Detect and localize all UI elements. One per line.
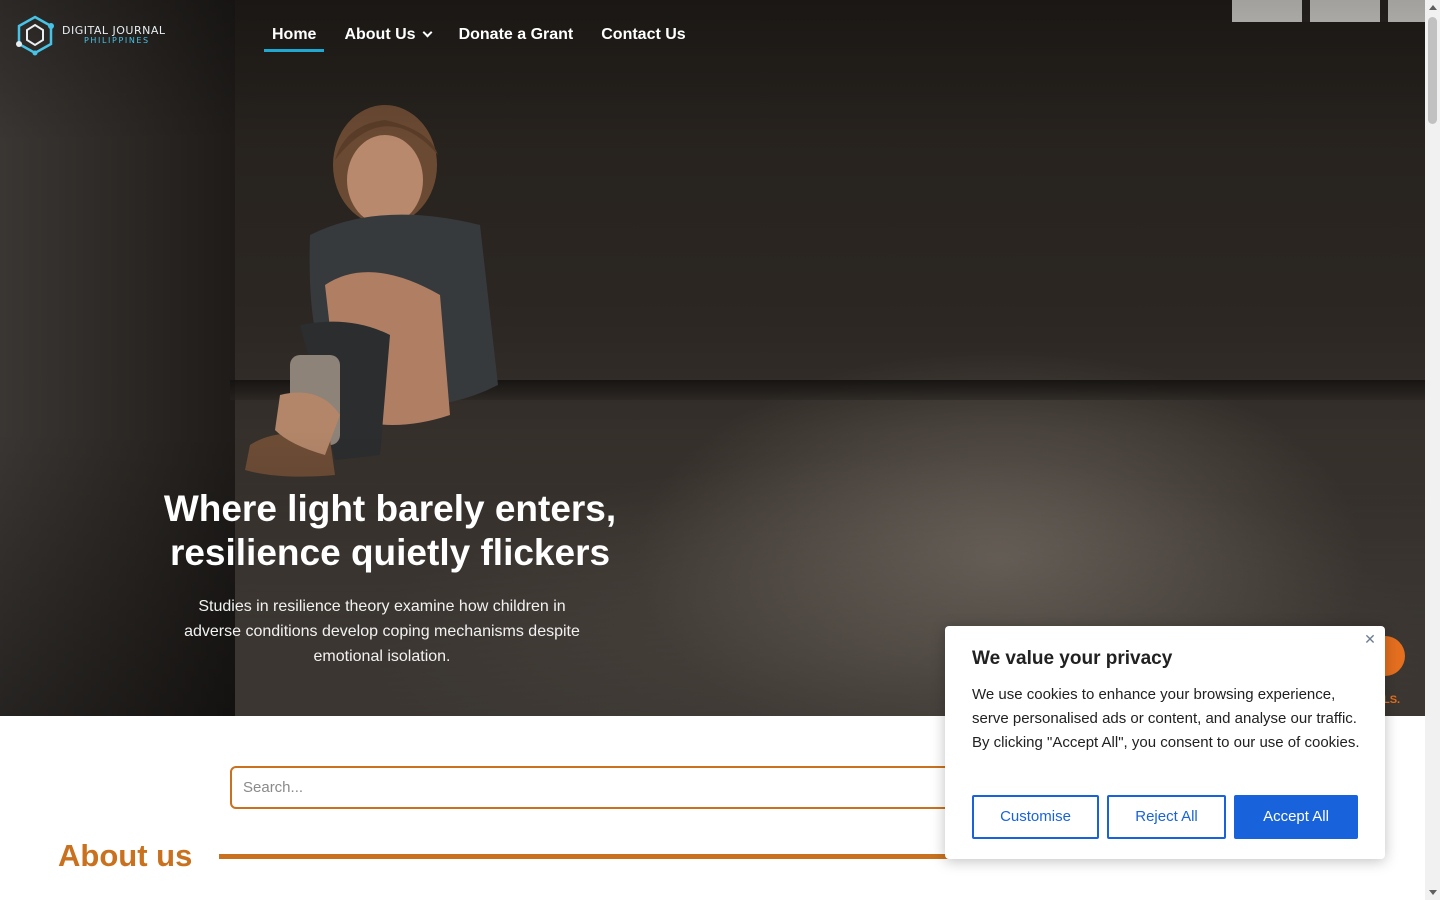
accept-all-button[interactable]: Accept All bbox=[1234, 795, 1358, 839]
chevron-down-icon bbox=[422, 27, 433, 38]
about-divider bbox=[219, 854, 959, 859]
nav-donate-label: Donate a Grant bbox=[458, 26, 574, 43]
site-logo[interactable]: DIGITAL JOURNAL PHILIPPINES bbox=[14, 14, 165, 56]
nav-home-label: Home bbox=[272, 26, 317, 43]
hero-subtitle: Studies in resilience theory examine how… bbox=[184, 598, 580, 665]
nav-home[interactable]: Home bbox=[264, 25, 325, 52]
reject-all-button[interactable]: Reject All bbox=[1107, 795, 1226, 839]
logo-text: DIGITAL JOURNAL PHILIPPINES bbox=[62, 25, 165, 45]
main-nav: Home About Us Donate a Grant Contact Us bbox=[264, 25, 706, 52]
scrollbar-thumb[interactable] bbox=[1428, 17, 1437, 124]
about-us-heading: About us bbox=[58, 838, 193, 873]
scroll-up-arrow-icon[interactable] bbox=[1429, 5, 1437, 10]
hero-title: Where light barely enters, resilience qu… bbox=[163, 488, 617, 573]
floating-action-label: LS. bbox=[1383, 694, 1401, 706]
nav-about-us-label: About Us bbox=[344, 26, 416, 43]
nav-donate-grant[interactable]: Donate a Grant bbox=[451, 25, 582, 51]
nav-about-us[interactable]: About Us bbox=[336, 25, 438, 51]
search-input[interactable] bbox=[230, 766, 970, 809]
logo-name: DIGITAL JOURNAL bbox=[62, 24, 166, 37]
close-icon[interactable]: ✕ bbox=[1363, 632, 1377, 646]
nav-contact-label: Contact Us bbox=[601, 26, 686, 43]
hexagon-network-logo-icon bbox=[16, 15, 54, 56]
cookie-description: We use cookies to enhance your browsing … bbox=[972, 686, 1360, 751]
cookie-consent-popup: ✕ We value your privacy We use cookies t… bbox=[945, 626, 1385, 859]
scroll-down-arrow-icon[interactable] bbox=[1429, 890, 1437, 895]
customise-button[interactable]: Customise bbox=[972, 795, 1099, 839]
cookie-title: We value your privacy bbox=[972, 648, 1173, 669]
nav-contact-us[interactable]: Contact Us bbox=[593, 25, 693, 51]
page-scrollbar[interactable] bbox=[1425, 0, 1440, 900]
logo-subname: PHILIPPINES bbox=[84, 36, 150, 45]
